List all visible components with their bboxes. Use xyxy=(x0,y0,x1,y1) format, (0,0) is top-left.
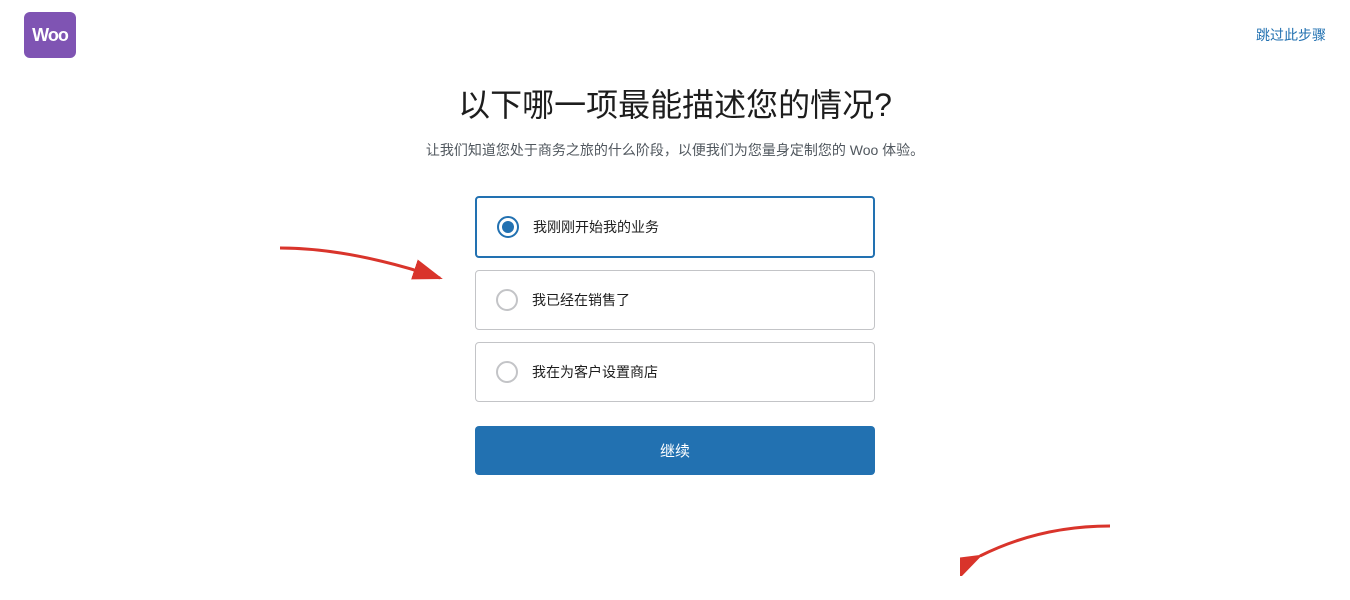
option-item-2[interactable]: 我已经在销售了 xyxy=(475,270,875,330)
option-item-1[interactable]: 我刚刚开始我的业务 xyxy=(475,196,875,258)
option-item-3[interactable]: 我在为客户设置商店 xyxy=(475,342,875,402)
logo-container: Woo xyxy=(24,12,76,58)
main-content: 以下哪一项最能描述您的情况? 让我们知道您处于商务之旅的什么阶段，以便我们为您量… xyxy=(0,0,1350,475)
page-subtitle: 让我们知道您处于商务之旅的什么阶段，以便我们为您量身定制您的 Woo 体验。 xyxy=(426,140,924,160)
right-arrow xyxy=(960,516,1120,576)
radio-option-3 xyxy=(496,361,518,383)
options-container: 我刚刚开始我的业务 我已经在销售了 我在为客户设置商店 继续 xyxy=(475,196,875,475)
option-label-3: 我在为客户设置商店 xyxy=(532,362,658,382)
woo-logo: Woo xyxy=(24,12,76,58)
header: Woo 跳过此步骤 xyxy=(0,0,1350,70)
radio-option-1 xyxy=(497,216,519,238)
continue-button[interactable]: 继续 xyxy=(475,426,875,475)
radio-option-2 xyxy=(496,289,518,311)
skip-link[interactable]: 跳过此步骤 xyxy=(1256,25,1326,45)
option-label-2: 我已经在销售了 xyxy=(532,290,630,310)
page-title: 以下哪一项最能描述您的情况? xyxy=(458,80,892,126)
option-label-1: 我刚刚开始我的业务 xyxy=(533,217,659,237)
